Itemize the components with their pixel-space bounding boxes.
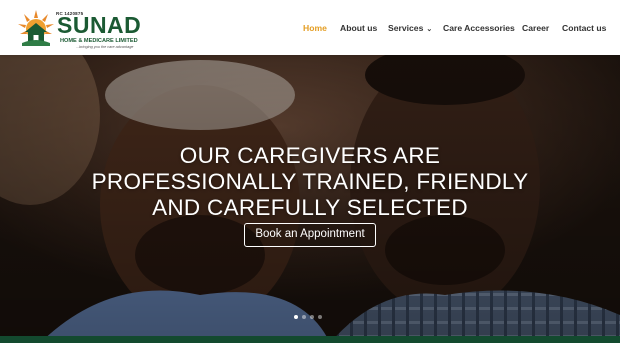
site-logo[interactable]: RC 1420875 SUNAD HOME & MEDICARE LIMITED…: [16, 8, 144, 50]
logo-tagline: ...bringing you the care advantage: [76, 45, 134, 49]
hero-headline: OUR CAREGIVERS ARE PROFESSIONALLY TRAINE…: [60, 143, 560, 221]
logo-subtitle: HOME & MEDICARE LIMITED: [60, 38, 138, 44]
nav-item-label: Home: [303, 23, 327, 33]
slider-dot-2[interactable]: [302, 315, 306, 319]
hero-headline-line-2: PROFESSIONALLY TRAINED, FRIENDLY: [91, 169, 529, 194]
hero-slider: OUR CAREGIVERS ARE PROFESSIONALLY TRAINE…: [0, 55, 620, 343]
chevron-down-icon: ⌄: [426, 26, 433, 33]
hero-headline-line-1: OUR CAREGIVERS ARE: [179, 143, 441, 168]
hero-headline-line-3: AND CAREFULLY SELECTED: [152, 195, 468, 220]
nav-item-label: Care Accessories: [443, 23, 515, 33]
hero-bottom-band: [0, 336, 620, 343]
book-appointment-button[interactable]: Book an Appointment: [244, 223, 376, 247]
nav-item-services[interactable]: Services ⌄: [388, 21, 432, 35]
logo-name: SUNAD: [57, 12, 142, 38]
nav-item-label: Contact us: [562, 23, 607, 33]
slider-pagination: [294, 315, 330, 321]
nav-item-care-accessories[interactable]: Care Accessories: [443, 21, 515, 35]
slider-dot-4[interactable]: [318, 315, 322, 319]
nav-item-label: Career: [522, 23, 550, 33]
slider-dot-1[interactable]: [294, 315, 298, 319]
nav-item-about-us[interactable]: About us: [340, 21, 377, 35]
nav-item-career[interactable]: Career: [522, 21, 549, 35]
nav-item-label: Services: [388, 23, 424, 33]
house-sun-logo-icon: [18, 10, 54, 46]
slider-dot-3[interactable]: [310, 315, 314, 319]
site-header: RC 1420875 SUNAD HOME & MEDICARE LIMITED…: [0, 0, 620, 55]
nav-item-home[interactable]: Home: [303, 21, 327, 35]
nav-item-label: About us: [340, 23, 378, 33]
nav-item-contact-us[interactable]: Contact us: [562, 21, 606, 35]
